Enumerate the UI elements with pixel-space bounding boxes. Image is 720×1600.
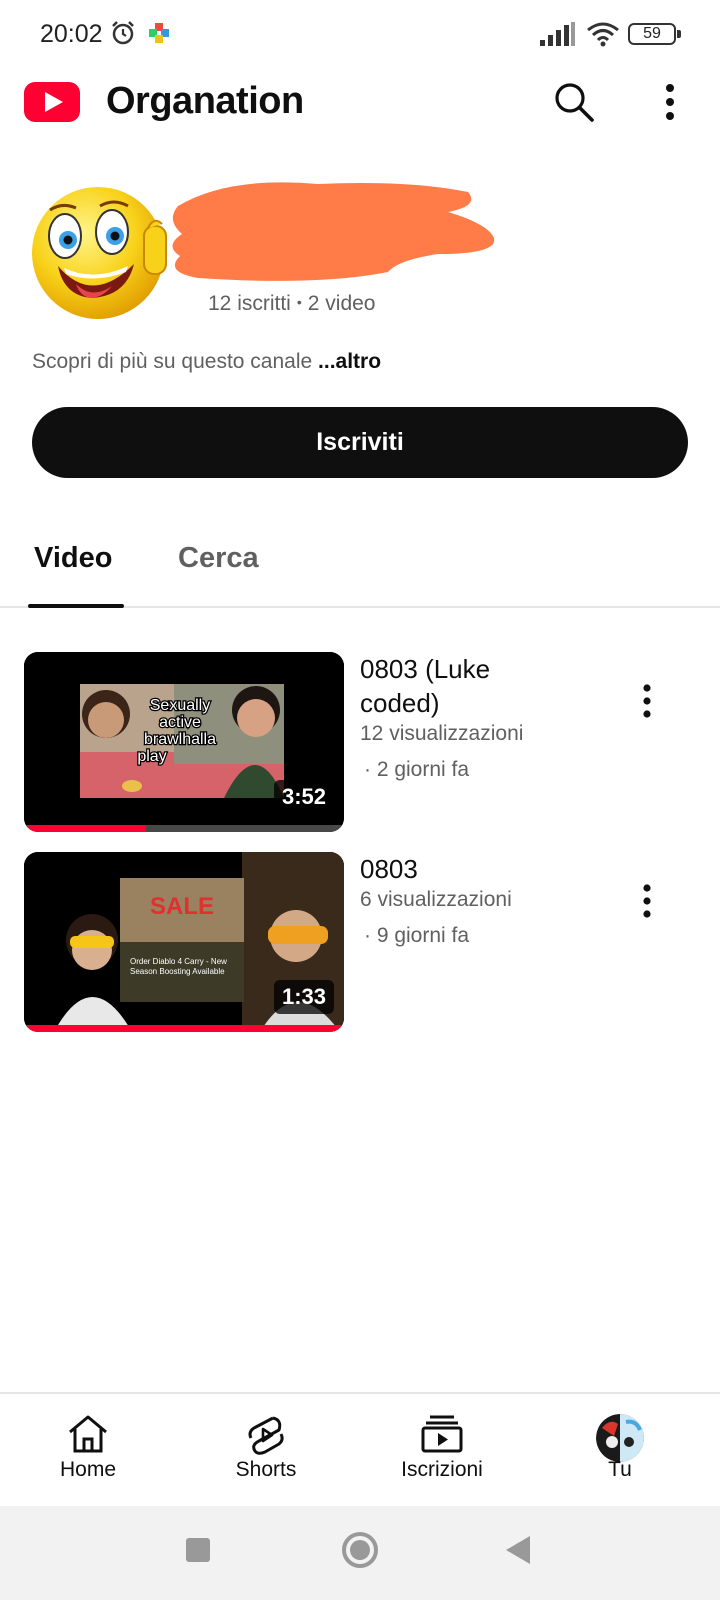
video-age: · 2 giorni fa [364, 758, 470, 781]
tab-selected-indicator [28, 604, 124, 608]
app-header: Organation [0, 70, 720, 134]
nav-item-home[interactable]: Home [18, 1394, 158, 1504]
home-icon [69, 1415, 107, 1453]
redacted-channel-name [172, 182, 495, 281]
channel-description[interactable]: Scopri di più su questo canale ...altro [32, 350, 381, 374]
subscriber-count: 12 iscritti [208, 292, 291, 315]
video-title[interactable]: 0803 [360, 852, 570, 886]
battery-icon: 59 [628, 23, 681, 45]
watch-progress-fill [24, 1025, 344, 1032]
video-count: 2 video [307, 292, 376, 315]
page-title: Organation [106, 80, 304, 122]
thumbnail-caption-line: active [159, 714, 201, 731]
video-duration: 3:52 [273, 780, 334, 814]
app-notification-icon [149, 23, 169, 43]
tab-video[interactable]: Video [34, 542, 112, 575]
nav-item-iscrizioni[interactable]: Iscrizioni [372, 1394, 512, 1504]
subscribe-button[interactable]: Iscriviti [32, 407, 688, 478]
profile-avatar [596, 1414, 644, 1462]
thumbnail-caption-line: Season Boosting Available [130, 967, 225, 976]
channel-stats: 12 iscritti • 2 video [208, 292, 375, 316]
nav-item-shorts[interactable]: Shorts [196, 1394, 336, 1504]
shorts-icon [248, 1416, 284, 1455]
video-more-icon[interactable] [632, 882, 662, 922]
nav-item-tu[interactable]: Tu [550, 1394, 690, 1504]
home-button[interactable] [342, 1532, 378, 1568]
battery-level: 59 [643, 25, 661, 42]
system-navigation-bar [0, 1506, 720, 1600]
bottom-navigation: Home Shorts Iscrizioni Tu [0, 1392, 720, 1504]
signal-icon [540, 22, 575, 46]
stats-separator: • [296, 294, 302, 310]
status-time: 20:02 [40, 20, 103, 48]
watch-progress-bar [24, 1025, 344, 1032]
channel-tabs: Video Cerca [0, 520, 720, 608]
video-duration: 1:33 [273, 980, 334, 1014]
more-vert-icon[interactable] [652, 82, 688, 122]
alarm-icon [112, 21, 134, 45]
thumbnail-caption-line: play [137, 748, 166, 765]
youtube-logo-icon[interactable] [24, 82, 80, 122]
more-link[interactable]: ...altro [318, 350, 381, 373]
video-age: · 9 giorni fa [364, 924, 470, 947]
back-button[interactable] [506, 1536, 530, 1564]
thumbnail-caption-line: Order Diablo 4 Carry - New [130, 957, 227, 966]
video-item-1[interactable]: Sexually active brawlhalla play 3:52 080… [0, 652, 720, 834]
video-more-icon[interactable] [632, 682, 662, 722]
recents-button[interactable] [186, 1538, 210, 1562]
video-title[interactable]: 0803 (Luke coded) [360, 652, 570, 720]
video-thumbnail[interactable]: Sexually active brawlhalla play 3:52 [24, 652, 344, 832]
channel-description-text: Scopri di più su questo canale [32, 350, 313, 373]
wifi-icon [587, 22, 619, 47]
video-views: 12 visualizzazioni [360, 722, 524, 745]
channel-avatar[interactable] [30, 180, 176, 326]
search-icon[interactable] [552, 80, 596, 124]
thumbnail-caption-line: Sexually [150, 697, 210, 714]
watch-progress-bar [24, 825, 344, 832]
nav-label-tu: Tu [608, 1458, 632, 1481]
video-views: 6 visualizzazioni [360, 888, 512, 911]
subscriptions-icon [421, 1415, 463, 1453]
thumbnail-caption-line: SALE [150, 893, 214, 920]
video-thumbnail[interactable]: SALE Order Diablo 4 Carry - New Season B… [24, 852, 344, 1032]
nav-label-iscrizioni: Iscrizioni [401, 1458, 483, 1481]
status-bar: 20:02 59 [0, 0, 720, 70]
video-item-2[interactable]: SALE Order Diablo 4 Carry - New Season B… [0, 852, 720, 1034]
nav-label-shorts: Shorts [235, 1458, 297, 1481]
thumbnail-caption-line: brawlhalla [144, 731, 216, 748]
watch-progress-fill [24, 825, 146, 832]
tab-cerca[interactable]: Cerca [178, 542, 259, 575]
nav-label-home: Home [59, 1458, 117, 1481]
